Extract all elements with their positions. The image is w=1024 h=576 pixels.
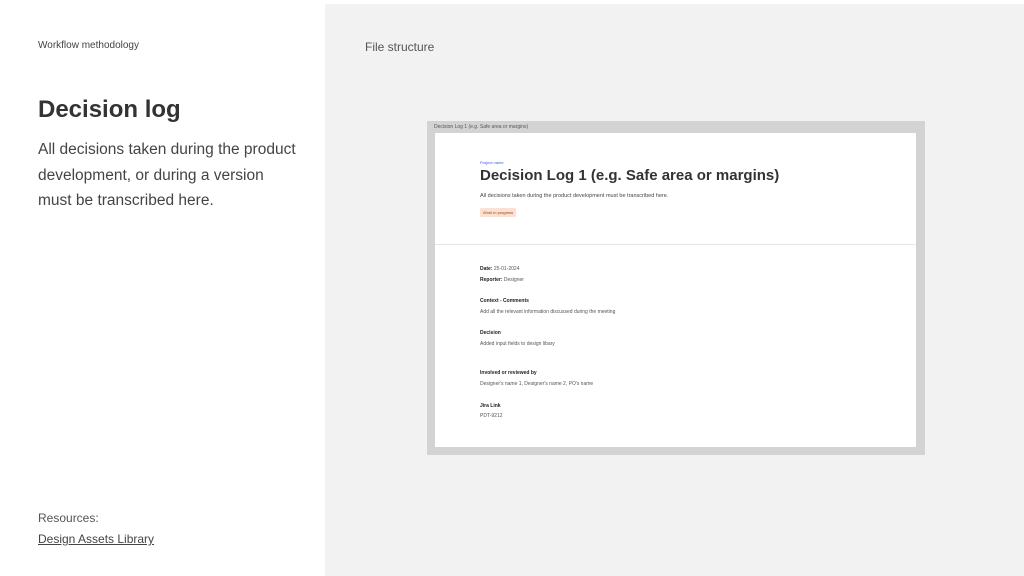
file-structure-title: File structure	[365, 40, 435, 54]
document-preview: Project name Decision Log 1 (e.g. Safe a…	[435, 133, 916, 447]
design-assets-library-link[interactable]: Design Assets Library	[38, 532, 154, 546]
decision-heading: Decision	[480, 330, 501, 336]
file-structure-panel: File structure Decision Log 1 (e.g. Safe…	[325, 4, 1024, 576]
status-badge: Work in progress	[480, 208, 517, 217]
page-title: Decision log	[38, 96, 181, 123]
involved-heading: Involved or reviewed by	[480, 370, 537, 376]
document-title: Decision Log 1 (e.g. Safe area or margin…	[480, 167, 780, 184]
resources-label: Resources:	[38, 511, 99, 525]
project-name-link[interactable]: Project name	[480, 160, 504, 165]
document-header: Project name Decision Log 1 (e.g. Safe a…	[435, 133, 916, 245]
jira-heading: Jira Link	[480, 403, 501, 409]
context-text: Add all the relevant information discuss…	[480, 309, 616, 315]
context-heading: Context - Comments	[480, 298, 529, 304]
section-eyebrow: Workflow methodology	[38, 40, 139, 51]
page-description: All decisions taken during the product d…	[38, 141, 296, 210]
document-preview-frame: Decision Log 1 (e.g. Safe area or margin…	[427, 121, 925, 455]
reporter-label: Reporter:	[480, 277, 503, 283]
date-value: 25-01-2024	[493, 266, 520, 272]
reporter-row: Reporter: Designer	[480, 277, 524, 283]
reporter-value: Designer	[503, 277, 524, 283]
frame-label: Decision Log 1 (e.g. Safe area or margin…	[434, 124, 529, 130]
document-subtitle: All decisions taken during the product d…	[480, 193, 669, 199]
date-label: Date:	[480, 266, 493, 272]
date-row: Date: 25-01-2024	[480, 266, 519, 272]
decision-text: Added input fields to design libary	[480, 341, 555, 347]
involved-text: Designer's name 1, Designer's name 2, PO…	[480, 381, 594, 387]
left-panel: Workflow methodology Decision log All de…	[0, 0, 325, 576]
jira-link[interactable]: PDT-9212	[480, 413, 503, 419]
